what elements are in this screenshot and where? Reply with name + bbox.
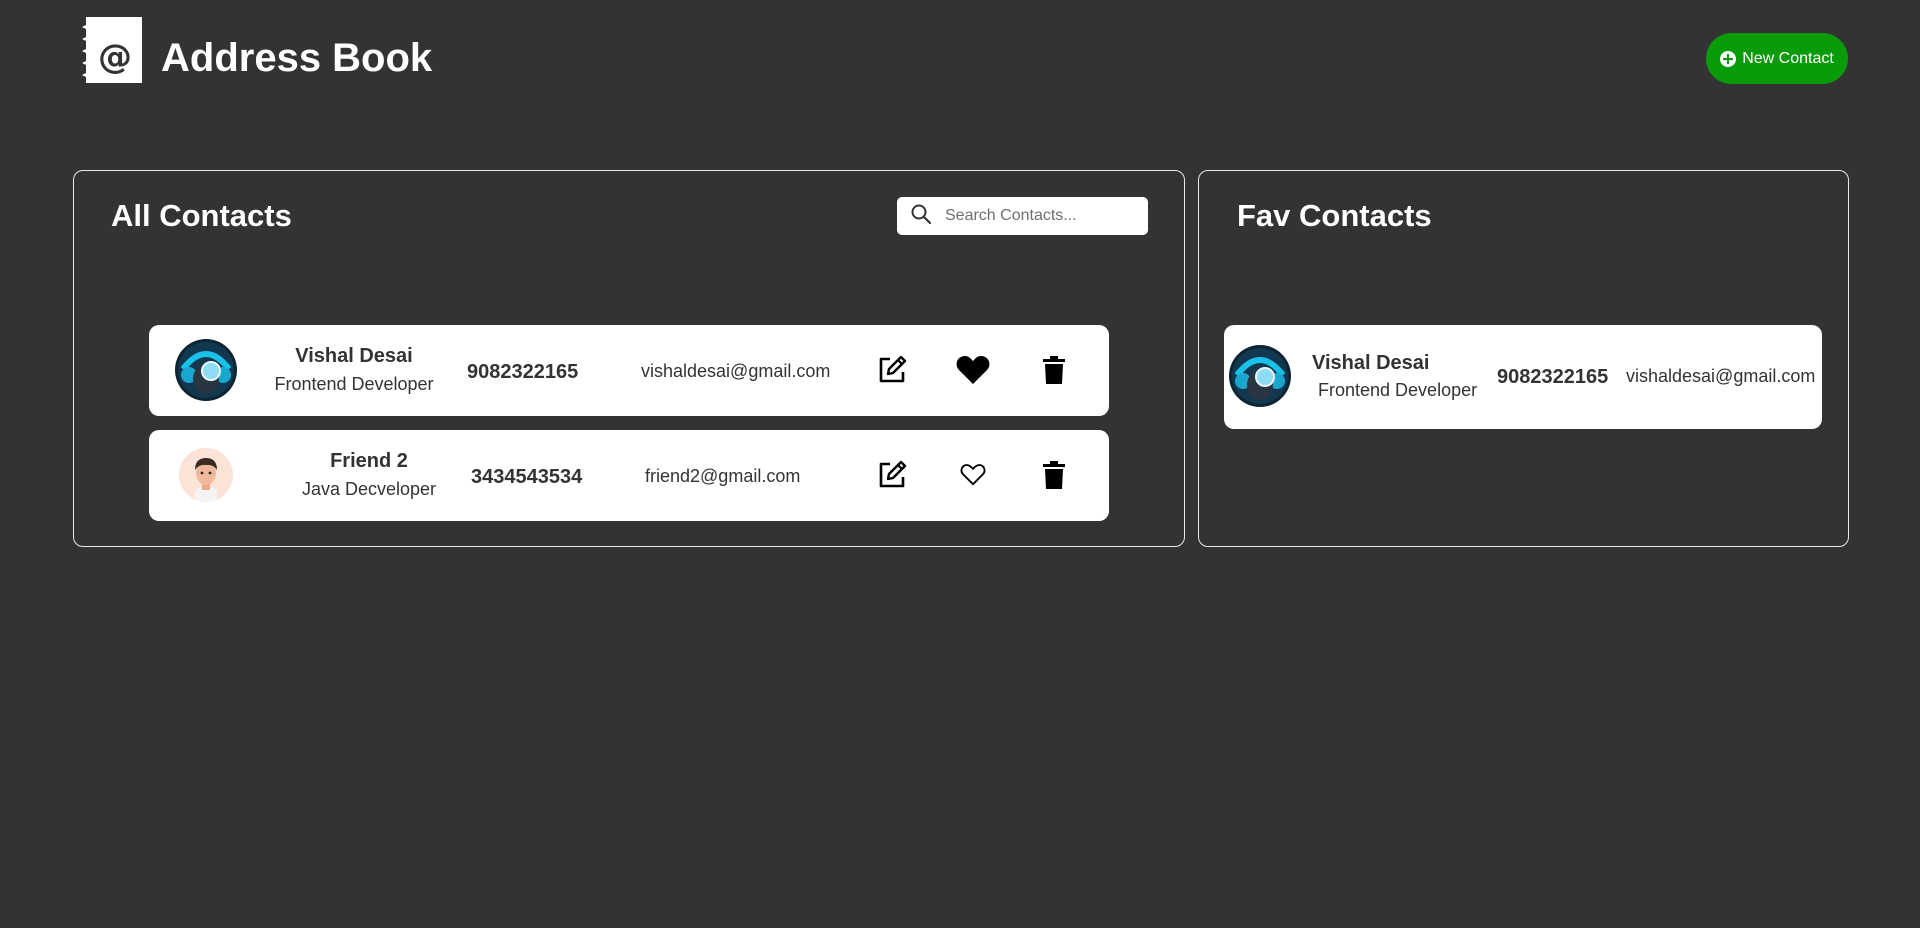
address-book-app: @ Address Book New Contact All Contacts — [0, 0, 1920, 928]
address-book-logo-icon: @ — [82, 17, 142, 83]
contact-name: Vishal Desai — [1312, 352, 1430, 374]
contact-email: vishaldesai@gmail.com — [641, 361, 831, 381]
all-contacts-panel: All Contacts Search Contacts... Vishal D… — [73, 170, 1185, 547]
trash-icon[interactable] — [1036, 352, 1072, 388]
new-contact-label: New Contact — [1742, 49, 1834, 67]
contact-name: Friend 2 — [330, 450, 408, 472]
edit-icon[interactable] — [874, 352, 910, 388]
contact-card[interactable]: Friend 2 Java Decveloper 3434543534 frie… — [149, 430, 1109, 521]
all-contacts-title: All Contacts — [111, 198, 292, 233]
contact-role: Frontend Developer — [274, 374, 434, 394]
new-contact-button[interactable]: New Contact — [1706, 33, 1848, 84]
fav-contact-card[interactable]: Vishal Desai Frontend Developer 90823221… — [1224, 325, 1822, 429]
heart-filled-icon[interactable] — [955, 352, 991, 388]
plus-circle-icon — [1720, 50, 1737, 67]
contact-email: vishaldesai@gmail.com — [1626, 366, 1816, 386]
search-box[interactable] — [897, 197, 1148, 235]
contact-card[interactable]: Vishal Desai Frontend Developer 90823221… — [149, 325, 1109, 416]
avatar — [175, 339, 237, 401]
app-title: Address Book — [161, 36, 433, 80]
trash-icon[interactable] — [1036, 457, 1072, 493]
contact-name: Vishal Desai — [295, 345, 413, 367]
search-icon — [911, 204, 932, 229]
avatar — [1229, 345, 1291, 407]
contact-email: friend2@gmail.com — [645, 466, 801, 486]
edit-icon[interactable] — [874, 457, 910, 493]
avatar — [179, 448, 233, 502]
search-input[interactable] — [945, 207, 1125, 225]
contact-role: Java Decveloper — [301, 479, 437, 499]
contact-role: Frontend Developer — [1318, 380, 1478, 400]
contact-phone: 9082322165 — [467, 361, 579, 383]
fav-contacts-title: Fav Contacts — [1237, 198, 1432, 233]
contact-phone: 9082322165 — [1497, 366, 1609, 388]
fav-contacts-panel: Fav Contacts Vishal Desai Frontend Devel… — [1198, 170, 1849, 547]
contact-phone: 3434543534 — [471, 466, 583, 488]
heart-outline-icon[interactable] — [955, 457, 991, 493]
svg-text:@: @ — [98, 37, 132, 77]
